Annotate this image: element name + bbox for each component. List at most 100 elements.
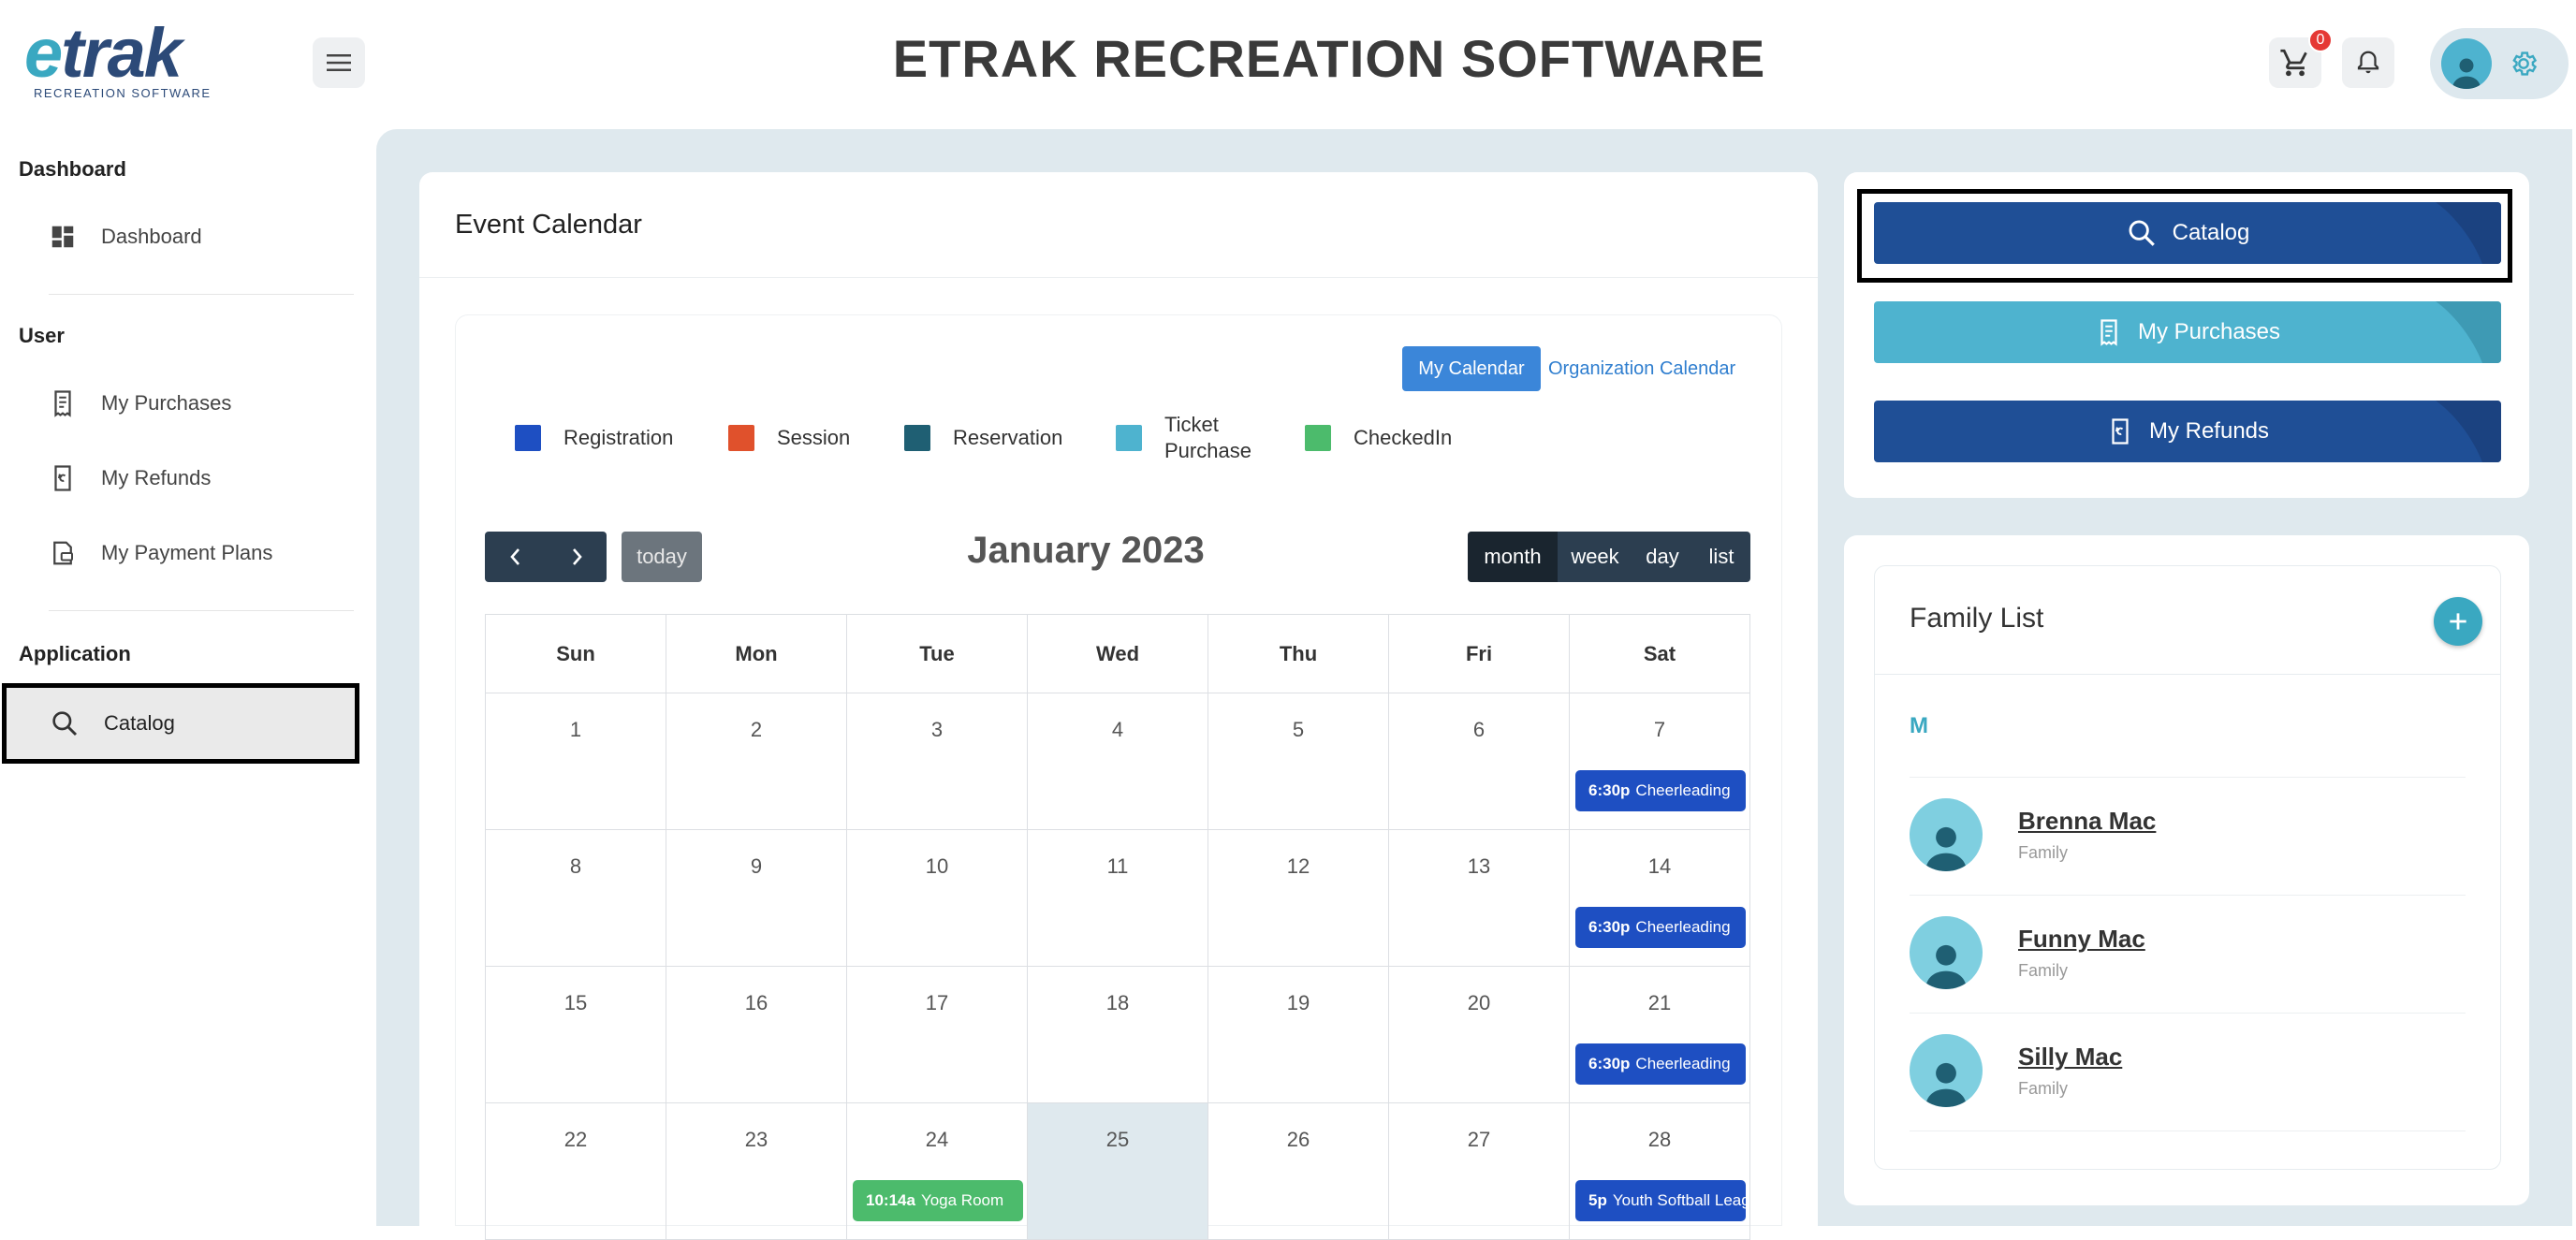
view-day-button[interactable]: day (1632, 532, 1692, 582)
sidebar-item-label: Catalog (104, 711, 175, 735)
weekday-header: Thu (1208, 614, 1389, 693)
day-cell[interactable]: 26 (1208, 1102, 1389, 1240)
day-cell[interactable]: 6 (1388, 693, 1570, 830)
sidebar-item-dashboard[interactable]: Dashboard (49, 213, 348, 260)
day-number[interactable]: 9 (666, 854, 846, 879)
next-month-button[interactable] (546, 532, 607, 582)
sidebar-item-catalog[interactable]: Catalog (2, 683, 359, 764)
day-number[interactable]: 12 (1208, 854, 1388, 879)
day-cell[interactable]: 27 (1388, 1102, 1570, 1240)
day-number[interactable]: 4 (1028, 718, 1208, 742)
add-family-member-button[interactable] (2434, 597, 2482, 646)
day-cell[interactable]: 16 (666, 966, 847, 1103)
member-name-link[interactable]: Silly Mac (2018, 1043, 2122, 1072)
sidebar-item-my-purchases[interactable]: My Purchases (49, 380, 348, 427)
person-icon (1925, 1062, 1967, 1107)
legend-label: Session (777, 426, 851, 449)
calendar-event[interactable]: 10:14a Yoga Room (853, 1180, 1023, 1221)
member-name-link[interactable]: Brenna Mac (2018, 807, 2156, 836)
sidebar-item-my-refunds[interactable]: My Refunds (49, 455, 348, 502)
my-purchases-button[interactable]: My Purchases (1874, 301, 2501, 363)
day-number[interactable]: 1 (486, 718, 666, 742)
day-cell[interactable]: 14 6:30p Cheerleading (1569, 829, 1750, 967)
day-cell[interactable]: 11 (1027, 829, 1208, 967)
calendar-event[interactable]: 5p Youth Softball League (1575, 1180, 1746, 1221)
day-number[interactable]: 20 (1389, 991, 1569, 1015)
day-number[interactable]: 25 (1028, 1128, 1208, 1152)
day-number[interactable]: 10 (847, 854, 1027, 879)
day-cell[interactable]: 22 (485, 1102, 666, 1240)
day-number[interactable]: 18 (1028, 991, 1208, 1015)
user-menu[interactable] (2430, 28, 2569, 99)
view-list-button[interactable]: list (1692, 532, 1750, 582)
cart-button[interactable]: 0 (2269, 28, 2333, 88)
family-member[interactable]: Brenna Mac Family (1910, 797, 2471, 872)
day-cell[interactable]: 12 (1208, 829, 1389, 967)
sidebar-item-my-payment-plans[interactable]: My Payment Plans (49, 530, 348, 576)
day-cell[interactable]: 20 (1388, 966, 1570, 1103)
today-button[interactable]: today (622, 532, 702, 582)
day-cell[interactable]: 19 (1208, 966, 1389, 1103)
day-cell[interactable]: 8 (485, 829, 666, 967)
day-number[interactable]: 7 (1570, 718, 1749, 742)
view-week-button[interactable]: week (1558, 532, 1632, 582)
day-number[interactable]: 21 (1570, 991, 1749, 1015)
gear-icon[interactable] (2509, 49, 2539, 79)
weekday-header-row: Sun Mon Tue Wed Thu Fri Sat (485, 614, 1750, 693)
day-number[interactable]: 8 (486, 854, 666, 879)
sidebar-item-label: My Payment Plans (101, 541, 273, 564)
calendar-event[interactable]: 6:30p Cheerleading (1575, 907, 1746, 948)
day-number[interactable]: 11 (1028, 854, 1208, 879)
family-member[interactable]: Silly Mac Family (1910, 1033, 2471, 1108)
day-cell[interactable]: 21 6:30p Cheerleading (1569, 966, 1750, 1103)
day-number[interactable]: 13 (1389, 854, 1569, 879)
legend-swatch (515, 425, 541, 451)
day-cell[interactable]: 10 (846, 829, 1028, 967)
catalog-button[interactable]: Catalog (1874, 202, 2501, 264)
day-cell[interactable]: 13 (1388, 829, 1570, 967)
day-cell[interactable]: 9 (666, 829, 847, 967)
view-month-button[interactable]: month (1468, 532, 1558, 582)
day-number[interactable]: 3 (847, 718, 1027, 742)
day-cell[interactable]: 5 (1208, 693, 1389, 830)
prev-month-button[interactable] (485, 532, 546, 582)
day-number[interactable]: 27 (1389, 1128, 1569, 1152)
day-number[interactable]: 24 (847, 1128, 1027, 1152)
notifications-button[interactable] (2342, 37, 2394, 88)
my-refunds-button[interactable]: My Refunds (1874, 401, 2501, 462)
member-divider (1910, 1013, 2466, 1014)
day-cell[interactable]: 1 (485, 693, 666, 830)
day-number[interactable]: 2 (666, 718, 846, 742)
day-number[interactable]: 22 (486, 1128, 666, 1152)
day-number[interactable]: 23 (666, 1128, 846, 1152)
day-number[interactable]: 26 (1208, 1128, 1388, 1152)
today-day-cell[interactable]: 25 (1027, 1102, 1208, 1240)
organization-calendar-link[interactable]: Organization Calendar (1548, 346, 1735, 391)
day-number[interactable]: 14 (1570, 854, 1749, 879)
day-number[interactable]: 5 (1208, 718, 1388, 742)
calendar-event[interactable]: 6:30p Cheerleading (1575, 1043, 1746, 1085)
day-cell[interactable]: 28 5p Youth Softball League (1569, 1102, 1750, 1240)
member-name-link[interactable]: Funny Mac (2018, 925, 2145, 954)
legend-item: Session (728, 408, 850, 468)
day-cell[interactable]: 18 (1027, 966, 1208, 1103)
day-number[interactable]: 16 (666, 991, 846, 1015)
my-calendar-button[interactable]: My Calendar (1402, 346, 1541, 391)
family-member[interactable]: Funny Mac Family (1910, 915, 2471, 990)
day-number[interactable]: 28 (1570, 1128, 1749, 1152)
day-number[interactable]: 19 (1208, 991, 1388, 1015)
day-number[interactable]: 17 (847, 991, 1027, 1015)
day-cell[interactable]: 4 (1027, 693, 1208, 830)
day-cell[interactable]: 3 (846, 693, 1028, 830)
day-cell[interactable]: 2 (666, 693, 847, 830)
day-cell[interactable]: 24 10:14a Yoga Room (846, 1102, 1028, 1240)
day-cell[interactable]: 15 (485, 966, 666, 1103)
day-cell[interactable]: 23 (666, 1102, 847, 1240)
day-number[interactable]: 15 (486, 991, 666, 1015)
sidebar-divider (49, 294, 354, 295)
day-cell[interactable]: 7 6:30p Cheerleading (1569, 693, 1750, 830)
day-cell[interactable]: 17 (846, 966, 1028, 1103)
day-number[interactable]: 6 (1389, 718, 1569, 742)
avatar[interactable] (2441, 38, 2492, 89)
calendar-event[interactable]: 6:30p Cheerleading (1575, 770, 1746, 811)
